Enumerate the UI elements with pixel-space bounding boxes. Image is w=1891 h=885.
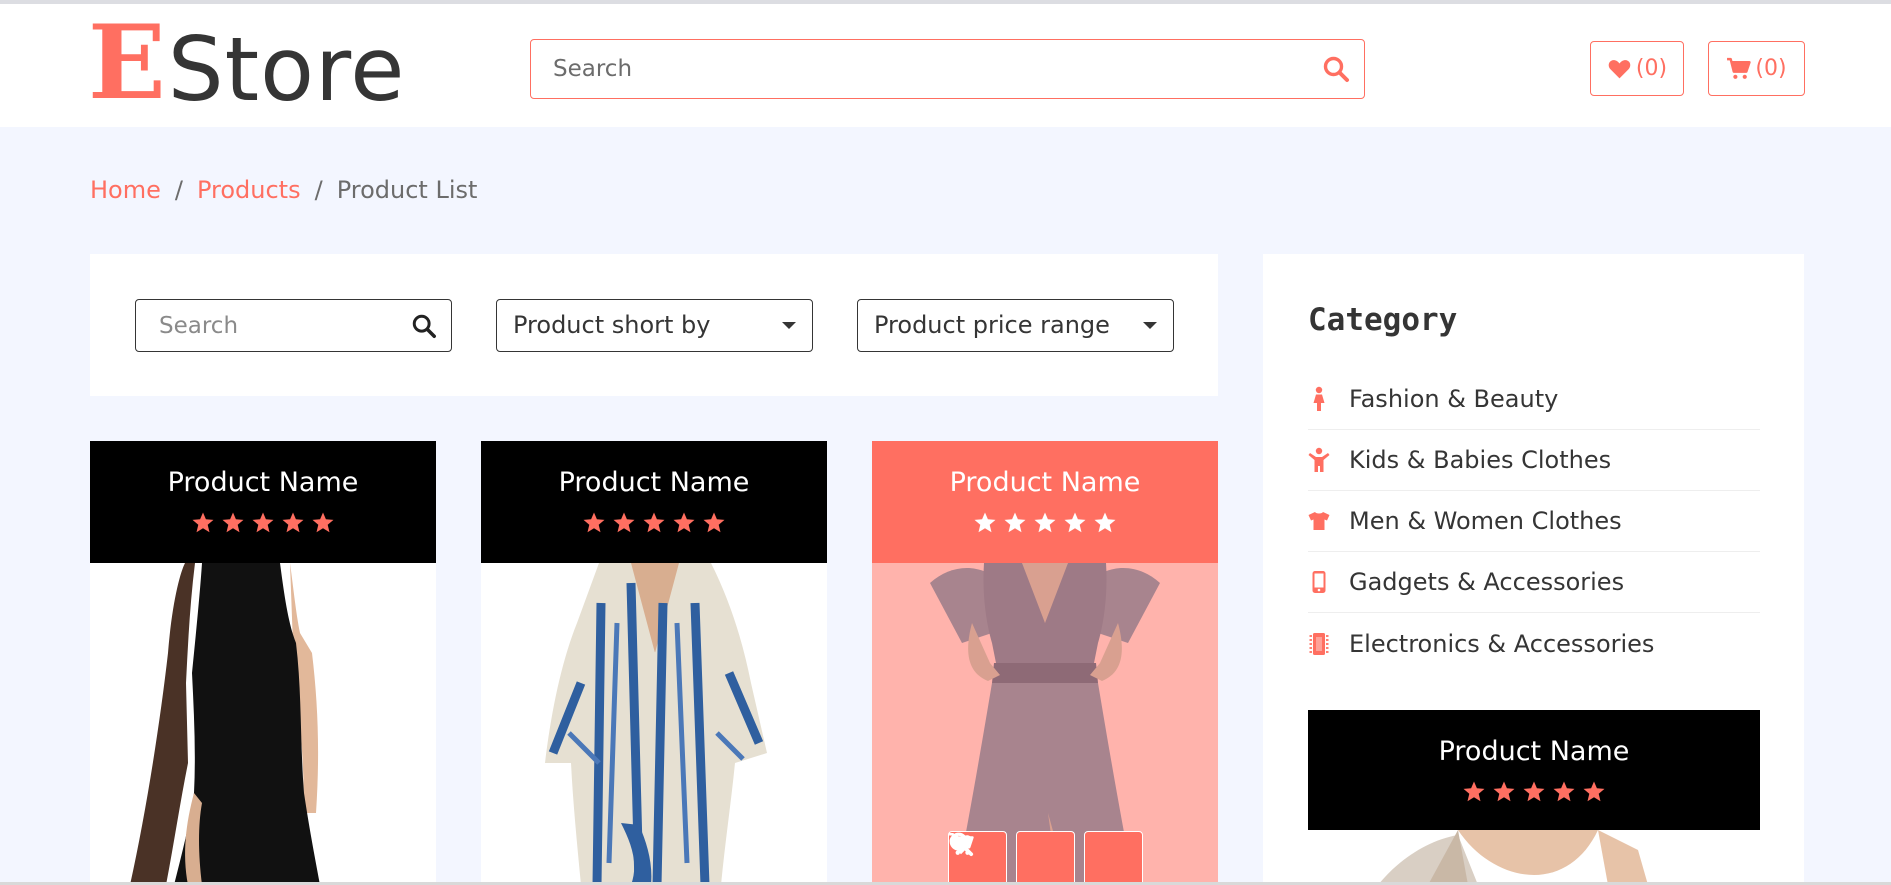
star-icon	[643, 512, 665, 533]
sidebar: Category Fashion & Beauty Kids & Babies …	[1263, 254, 1804, 885]
star-icon	[1583, 781, 1605, 802]
caret-down-icon	[782, 322, 796, 329]
female-icon	[1313, 386, 1325, 411]
category-item-kids-babies[interactable]: Kids & Babies Clothes	[1308, 430, 1760, 491]
star-icon	[703, 512, 725, 533]
featured-product-card[interactable]: Product Name	[1308, 710, 1760, 885]
child-icon	[1308, 447, 1330, 472]
star-icon	[282, 512, 304, 533]
breadcrumb-separator: /	[174, 176, 183, 204]
mobile-icon	[1312, 571, 1326, 593]
product-card-header: Product Name	[872, 441, 1218, 563]
star-icon	[222, 512, 244, 533]
category-label: Gadgets & Accessories	[1349, 568, 1625, 596]
wishlist-button[interactable]: (0)	[1590, 41, 1684, 96]
star-icon	[1523, 781, 1545, 802]
product-card[interactable]: Product Name	[872, 441, 1218, 885]
category-item-gadgets[interactable]: Gadgets & Accessories	[1308, 552, 1760, 613]
star-icon	[583, 512, 605, 533]
search-icon	[949, 832, 974, 857]
product-search-input[interactable]	[136, 300, 396, 351]
tshirt-icon	[1308, 512, 1330, 530]
product-image[interactable]	[872, 563, 1218, 885]
star-icon	[312, 512, 334, 533]
add-to-wishlist-button[interactable]	[949, 831, 1075, 885]
cart-count: (0)	[1755, 56, 1787, 81]
product-card-header: Product Name	[481, 441, 827, 563]
product-image[interactable]	[481, 563, 827, 885]
star-icon	[1493, 781, 1515, 802]
category-label: Kids & Babies Clothes	[1349, 446, 1612, 474]
product-filter-bar: Product short by Product price range	[90, 254, 1218, 396]
logo-letter-e: E	[88, 3, 166, 123]
product-card-header: Product Name	[1308, 710, 1760, 830]
star-icon	[974, 512, 996, 533]
product-search-box	[135, 299, 452, 352]
breadcrumb: Home / Products / Product List	[90, 176, 477, 204]
header-search-input[interactable]	[531, 40, 1311, 98]
star-icon	[613, 512, 635, 533]
product-name[interactable]: Product Name	[1308, 710, 1760, 767]
product-rating	[481, 511, 827, 535]
search-icon[interactable]	[411, 313, 437, 339]
star-icon	[1064, 512, 1086, 533]
product-name[interactable]: Product Name	[872, 441, 1218, 498]
category-item-fashion-beauty[interactable]: Fashion & Beauty	[1308, 369, 1760, 430]
star-icon	[1463, 781, 1485, 802]
product-card[interactable]: Product Name	[481, 441, 827, 885]
star-icon	[252, 512, 274, 533]
quick-view-button[interactable]	[949, 831, 1143, 885]
product-card[interactable]: Product Name	[90, 441, 436, 885]
logo-text: Store	[167, 18, 406, 121]
product-rating	[90, 511, 436, 535]
breadcrumb-separator: /	[314, 176, 323, 204]
star-icon	[1553, 781, 1575, 802]
product-name[interactable]: Product Name	[481, 441, 827, 498]
product-actions	[948, 831, 1143, 885]
star-icon	[673, 512, 695, 533]
microchip-icon	[1309, 632, 1329, 655]
category-label: Men & Women Clothes	[1349, 507, 1622, 535]
star-icon	[1004, 512, 1026, 533]
search-icon[interactable]	[1322, 55, 1350, 83]
price-range-dropdown-value: Product price range	[874, 311, 1110, 339]
category-label: Fashion & Beauty	[1349, 385, 1559, 413]
category-title: Category	[1308, 302, 1458, 338]
header-search-box	[530, 39, 1365, 99]
heart-icon	[1608, 60, 1631, 79]
star-icon	[1034, 512, 1056, 533]
category-label: Electronics & Accessories	[1349, 629, 1655, 658]
breadcrumb-home[interactable]: Home	[90, 176, 161, 204]
sort-dropdown[interactable]: Product short by	[496, 299, 813, 352]
category-list: Fashion & Beauty Kids & Babies Clothes M…	[1308, 369, 1760, 674]
product-name[interactable]: Product Name	[90, 441, 436, 498]
breadcrumb-products[interactable]: Products	[197, 176, 301, 204]
product-image[interactable]	[1308, 830, 1760, 885]
product-rating	[1308, 780, 1760, 804]
sort-dropdown-value: Product short by	[513, 311, 711, 339]
product-rating	[872, 511, 1218, 535]
caret-down-icon	[1143, 322, 1157, 329]
star-icon	[1094, 512, 1116, 533]
site-header: EStore (0) (0)	[0, 4, 1891, 127]
shopping-cart-icon	[1727, 57, 1752, 79]
star-icon	[192, 512, 214, 533]
breadcrumb-current: Product List	[336, 176, 478, 204]
category-item-electronics[interactable]: Electronics & Accessories	[1308, 613, 1760, 674]
price-range-dropdown[interactable]: Product price range	[857, 299, 1174, 352]
category-item-men-women[interactable]: Men & Women Clothes	[1308, 491, 1760, 552]
cart-button[interactable]: (0)	[1708, 41, 1805, 96]
wishlist-count: (0)	[1635, 56, 1668, 81]
product-card-header: Product Name	[90, 441, 436, 563]
product-image[interactable]	[90, 563, 436, 885]
estore-logo[interactable]: E Store	[88, 3, 406, 123]
